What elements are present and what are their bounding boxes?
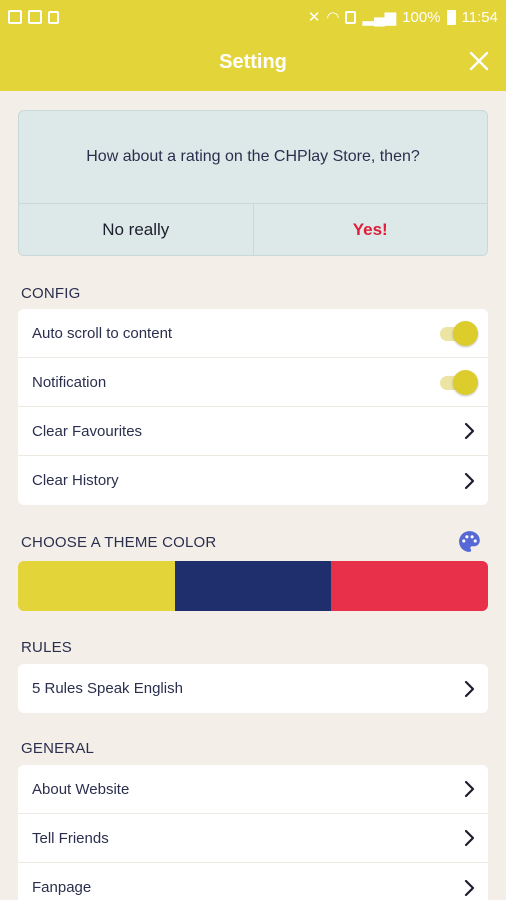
config-item-label: Clear History xyxy=(32,472,119,489)
chevron-right-icon xyxy=(464,472,475,489)
status-left-icons xyxy=(8,10,59,24)
chevron-right-icon xyxy=(464,680,475,697)
signal-icon: ▂▄▆ xyxy=(362,9,397,26)
config-item-auto-scroll[interactable]: Auto scroll to content xyxy=(18,309,488,358)
general-item-tell-friends[interactable]: Tell Friends xyxy=(18,814,488,863)
page-title: Setting xyxy=(219,51,287,73)
battery-percent: 100% xyxy=(402,8,441,26)
config-item-label: Notification xyxy=(32,373,107,391)
chevron-right-icon xyxy=(464,422,475,440)
rating-card: How about a rating on the CHPlay Store, … xyxy=(18,110,488,256)
status-time: 11:54 xyxy=(461,8,498,26)
chevron-right-icon xyxy=(464,780,475,798)
data-icon xyxy=(345,10,357,24)
rules-list: 5 Rules Speak English xyxy=(18,664,488,713)
toggle-thumb xyxy=(453,321,478,346)
general-header: GENERAL xyxy=(21,740,95,757)
sim-notification-icon xyxy=(48,10,59,24)
config-item-label: Clear Favourites xyxy=(32,422,143,440)
general-list: About Website Tell Friends Fanpage xyxy=(18,765,488,900)
config-header: CONFIG xyxy=(21,285,81,302)
chevron-right-icon xyxy=(464,879,475,896)
status-right-icons: ✕ ◠ ▂▄▆ 100% 11:54 xyxy=(307,8,498,27)
theme-swatch-navy[interactable] xyxy=(174,561,332,611)
toggle-thumb xyxy=(453,370,478,395)
general-item-label: Fanpage xyxy=(32,879,92,896)
file-notification-icon xyxy=(28,10,42,24)
config-item-label: Auto scroll to content xyxy=(32,324,173,342)
rating-buttons: No really Yes! xyxy=(19,204,488,255)
close-icon xyxy=(469,51,489,71)
theme-color-picker xyxy=(18,561,488,611)
mute-icon: ✕ xyxy=(307,9,321,26)
yes-button[interactable]: Yes! xyxy=(254,204,488,255)
palette-icon xyxy=(459,531,480,552)
app-bar: Setting xyxy=(0,34,506,91)
close-button[interactable] xyxy=(468,50,490,72)
palette-button[interactable] xyxy=(457,529,482,554)
wifi-icon: ◠ xyxy=(326,9,340,26)
general-item-fanpage[interactable]: Fanpage xyxy=(18,863,488,900)
rating-question: How about a rating on the CHPlay Store, … xyxy=(19,111,487,204)
config-item-notification[interactable]: Notification xyxy=(18,358,488,407)
config-item-clear-history[interactable]: Clear History xyxy=(18,456,488,505)
general-item-label: Tell Friends xyxy=(32,829,109,847)
theme-swatch-red[interactable] xyxy=(331,561,488,611)
no-really-button[interactable]: No really xyxy=(19,204,254,255)
auto-scroll-toggle[interactable] xyxy=(438,320,478,346)
config-item-clear-favourites[interactable]: Clear Favourites xyxy=(18,407,488,456)
gallery-notification-icon xyxy=(8,10,22,24)
general-item-about-website[interactable]: About Website xyxy=(18,765,488,814)
notification-toggle[interactable] xyxy=(438,369,478,395)
theme-swatch-yellow[interactable] xyxy=(18,561,175,611)
chevron-right-icon xyxy=(464,829,475,847)
status-bar: ✕ ◠ ▂▄▆ 100% 11:54 xyxy=(0,0,506,34)
config-list: Auto scroll to content Notification Clea… xyxy=(18,309,488,505)
battery-icon xyxy=(446,9,456,25)
general-item-label: About Website xyxy=(32,780,130,798)
rules-header: RULES xyxy=(21,639,73,656)
rules-item-label: 5 Rules Speak English xyxy=(32,680,183,697)
theme-header: CHOOSE A THEME COLOR xyxy=(21,534,217,551)
rules-item-5-rules[interactable]: 5 Rules Speak English xyxy=(18,664,488,713)
